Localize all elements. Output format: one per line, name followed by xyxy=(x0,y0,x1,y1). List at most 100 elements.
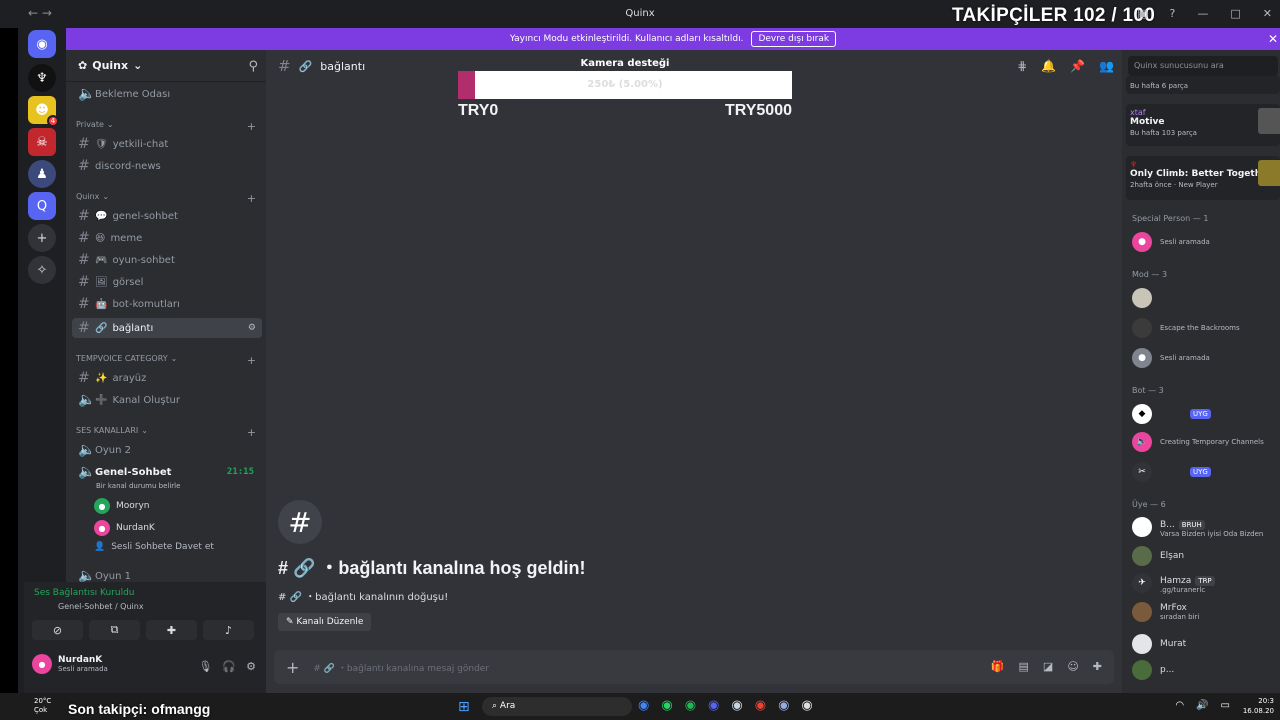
camera-off-button[interactable]: ⊘ xyxy=(32,620,83,640)
browser-icon[interactable]: ◉ xyxy=(755,698,766,713)
invite-to-voice[interactable]: 👤 Sesli Sohbete Davet et xyxy=(94,542,214,552)
members-icon[interactable]: 👥 xyxy=(1099,59,1114,73)
member-row[interactable]: 🔈 Creating Temporary Channels xyxy=(1132,432,1280,452)
app-icon[interactable]: ◉ xyxy=(778,698,789,713)
activities-button[interactable]: ✚ xyxy=(146,620,197,640)
pin-icon[interactable]: 📌 xyxy=(1070,59,1085,73)
sticker-icon[interactable]: ◪ xyxy=(1043,660,1053,673)
channel-bot-komutlari[interactable]: # 🤖 bot-komutları xyxy=(72,294,262,314)
donation-goal-overlay: Kamera desteği 250₺ (5.00%) TRY0 TRY5000 xyxy=(458,58,792,120)
category-tempvoice[interactable]: TEMPVOICE CATEGORY ⌄ + xyxy=(76,354,256,367)
gif-icon[interactable]: ▤ xyxy=(1019,660,1029,673)
headphones-icon[interactable]: 🎧 xyxy=(222,660,236,673)
server-header[interactable]: ✿ Quinx ⌄ ⚲ xyxy=(66,50,266,82)
microphone-icon[interactable]: 🎙 xyxy=(198,660,212,673)
activity-card[interactable]: ♆ Only Climb: Better Together 2hafta önc… xyxy=(1126,156,1280,200)
inbox-icon[interactable]: ▣ xyxy=(1137,7,1147,20)
channel-gorsel[interactable]: # 🖼 görsel xyxy=(72,272,262,292)
add-channel-icon[interactable]: + xyxy=(247,354,256,367)
battery-icon[interactable]: ▭ xyxy=(1221,700,1230,711)
channel-settings-icon[interactable]: ⚙ xyxy=(248,323,256,333)
discord-icon[interactable]: ◉ xyxy=(708,698,719,713)
add-channel-icon[interactable]: + xyxy=(247,120,256,133)
message-composer[interactable]: + # 🔗 ・bağlantı kanalına mesaj gönder 🎁 … xyxy=(274,650,1114,684)
clock[interactable]: 20:3 16.08.20 xyxy=(1243,696,1274,716)
close-icon[interactable]: ✕ xyxy=(1263,7,1272,20)
channel-genel-sohbet[interactable]: # 💬 genel-sohbet xyxy=(72,206,262,226)
wifi-icon[interactable]: ◠ xyxy=(1175,700,1184,711)
volume-icon[interactable]: 🔊 xyxy=(1196,700,1208,711)
steam-icon[interactable]: ◉ xyxy=(731,698,742,713)
channel-afk[interactable]: 🔈 Bekleme Odası xyxy=(72,84,262,104)
weather-widget[interactable]: 20°C Çok xyxy=(34,697,51,715)
voice-user[interactable]: ● NurdanK xyxy=(94,520,155,536)
member-row[interactable]: ◆ UYG xyxy=(1132,404,1280,424)
voice-user[interactable]: ● Mooryn xyxy=(94,498,150,514)
member-row[interactable]: ✈ Hamza TRP .gg/turanerlc xyxy=(1132,572,1280,594)
screen-share-button[interactable]: ⧉ xyxy=(89,620,140,640)
discover-icon[interactable]: ✧ xyxy=(28,256,56,284)
apps-icon[interactable]: ✚ xyxy=(1093,660,1102,673)
server-search-input[interactable]: Quinx sunucusunu ara xyxy=(1128,56,1278,76)
voice-user-name: NurdanK xyxy=(116,523,155,533)
gear-icon[interactable]: ⚙ xyxy=(246,660,256,673)
channel-kanal-olustur[interactable]: 🔈 ➕ Kanal Oluştur xyxy=(72,390,262,410)
banner-close-icon[interactable]: ✕ xyxy=(1268,32,1278,46)
disable-streamer-mode-button[interactable]: Devre dışı bırak xyxy=(751,31,837,47)
current-user[interactable]: ● NurdanK Sesli aramada xyxy=(32,654,108,674)
activity-card[interactable]: xtaf Motive Bu hafta 103 parça xyxy=(1126,104,1280,146)
maximize-icon[interactable]: □ xyxy=(1230,7,1240,20)
member-row[interactable]: ● Sesli aramada xyxy=(1132,232,1280,252)
edit-channel-button[interactable]: ✎ Kanalı Düzenle xyxy=(278,613,372,631)
category-voice[interactable]: SES KANALLARI ⌄ + xyxy=(76,426,256,439)
emoji-icon[interactable]: ☺ xyxy=(1067,660,1078,673)
channel-yetkili-chat[interactable]: # 🛡 yetkili-chat xyxy=(72,134,262,154)
taskbar-search[interactable]: ⌕ Ara xyxy=(482,697,632,716)
bell-icon[interactable]: 🔔 xyxy=(1041,59,1056,73)
channel-meme[interactable]: # 😆 meme xyxy=(72,228,262,248)
member-row[interactable]: Escape the Backrooms xyxy=(1132,318,1280,338)
category-quinx[interactable]: Quinx ⌄ + xyxy=(76,192,256,205)
channel-oyun-sohbet[interactable]: # 🎮 oyun-sohbet xyxy=(72,250,262,270)
soundboard-button[interactable]: ♪ xyxy=(203,620,254,640)
add-channel-icon[interactable]: + xyxy=(247,426,256,439)
attach-plus-icon[interactable]: + xyxy=(286,658,299,677)
server-icon-4[interactable]: ♟ xyxy=(28,160,56,188)
member-row[interactable]: ✂ UYG xyxy=(1132,462,1280,482)
obs-icon[interactable]: ◉ xyxy=(801,698,812,713)
threads-icon[interactable]: ⋕ xyxy=(1017,59,1027,73)
voice-status-hint[interactable]: Bir kanal durumu belirle xyxy=(96,482,180,490)
minimize-icon[interactable]: — xyxy=(1197,7,1208,20)
channel-genel-sohbet-voice[interactable]: 🔈 Genel-Sohbet 21:15 xyxy=(72,462,262,482)
chrome-icon[interactable]: ◉ xyxy=(638,698,649,713)
category-private[interactable]: Private ⌄ + xyxy=(76,120,256,133)
activity-card[interactable]: Bu hafta 6 parça xyxy=(1126,76,1280,94)
gift-icon[interactable]: 🎁 xyxy=(991,660,1005,673)
server-icon-3[interactable]: ☠ xyxy=(28,128,56,156)
member-row[interactable]: MrFox sıradan biri xyxy=(1132,602,1280,622)
member-row[interactable]: B... BRUH Varsa Bizden iyisi Oda Bizden xyxy=(1132,516,1280,538)
invite-people-icon[interactable]: ⚲ xyxy=(248,59,258,74)
channel-arayuz[interactable]: # ✨ arayüz xyxy=(72,368,262,388)
member-row[interactable]: ● Sesli aramada xyxy=(1132,348,1280,368)
member-row[interactable]: p... xyxy=(1132,660,1280,680)
member-row[interactable]: Murat xyxy=(1132,634,1280,654)
member-row[interactable]: Elşan xyxy=(1132,546,1280,566)
start-button-icon[interactable]: ⊞ xyxy=(458,699,470,715)
voice-channel-path[interactable]: Genel-Sohbet / Quinx xyxy=(58,602,144,611)
server-icon-1[interactable]: ♆ xyxy=(28,64,56,92)
whatsapp-icon[interactable]: ◉ xyxy=(661,698,672,713)
server-icon-2[interactable]: ☻ 4 xyxy=(28,96,59,127)
server-icon-quinx[interactable]: Q xyxy=(28,192,56,220)
help-icon[interactable]: ? xyxy=(1170,7,1176,20)
add-channel-icon[interactable]: + xyxy=(247,192,256,205)
message-input[interactable]: # 🔗 ・bağlantı kanalına mesaj gönder xyxy=(313,661,489,674)
add-server-icon[interactable]: + xyxy=(28,224,56,252)
channel-discord-news[interactable]: # discord-news xyxy=(72,156,262,176)
channel-oyun-2[interactable]: 🔈 Oyun 2 xyxy=(72,440,262,460)
member-row[interactable] xyxy=(1132,288,1280,308)
channel-baglanti[interactable]: # 🔗 bağlantı ⚙ xyxy=(72,318,262,338)
spotify-icon[interactable]: ◉ xyxy=(685,698,696,713)
discord-home-icon[interactable]: ◉ xyxy=(28,30,56,58)
voice-connected-status[interactable]: Ses Bağlantısı Kuruldu xyxy=(34,588,134,598)
